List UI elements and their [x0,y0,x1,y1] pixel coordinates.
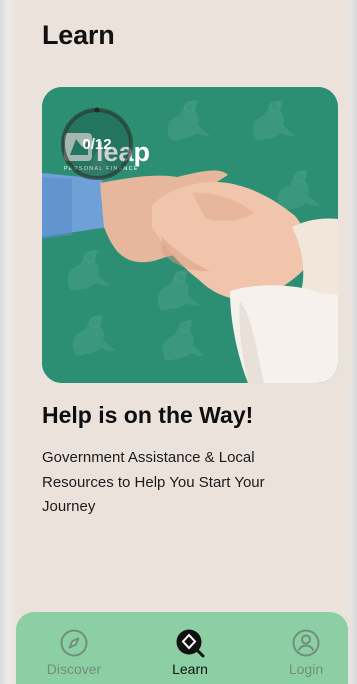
nav-item-discover[interactable]: Discover [34,628,114,684]
page-title: Learn [42,20,115,50]
nav-label-discover: Discover [46,661,102,677]
lesson-card-image[interactable]: leap PERSONAL FINANCE 0/12 [42,87,338,383]
lesson-title[interactable]: Help is on the Way! [42,402,253,429]
compass-icon [60,629,88,657]
app-screen: Learn FINANCE 0/12 Help is on the Way! G… [16,0,348,684]
nav-label-login: Login [288,661,324,677]
lesson-description: Government Assistance & Local Resources … [42,449,265,515]
nav-label-learn: Learn [172,661,208,677]
learn-icon [176,629,205,658]
progress-counter: 0/12 [82,135,112,153]
nav-item-login[interactable]: Login [266,628,346,684]
bottom-navigation: Discover Learn Login [16,612,348,684]
nav-item-learn[interactable]: Learn [150,628,230,684]
user-icon [292,629,320,657]
